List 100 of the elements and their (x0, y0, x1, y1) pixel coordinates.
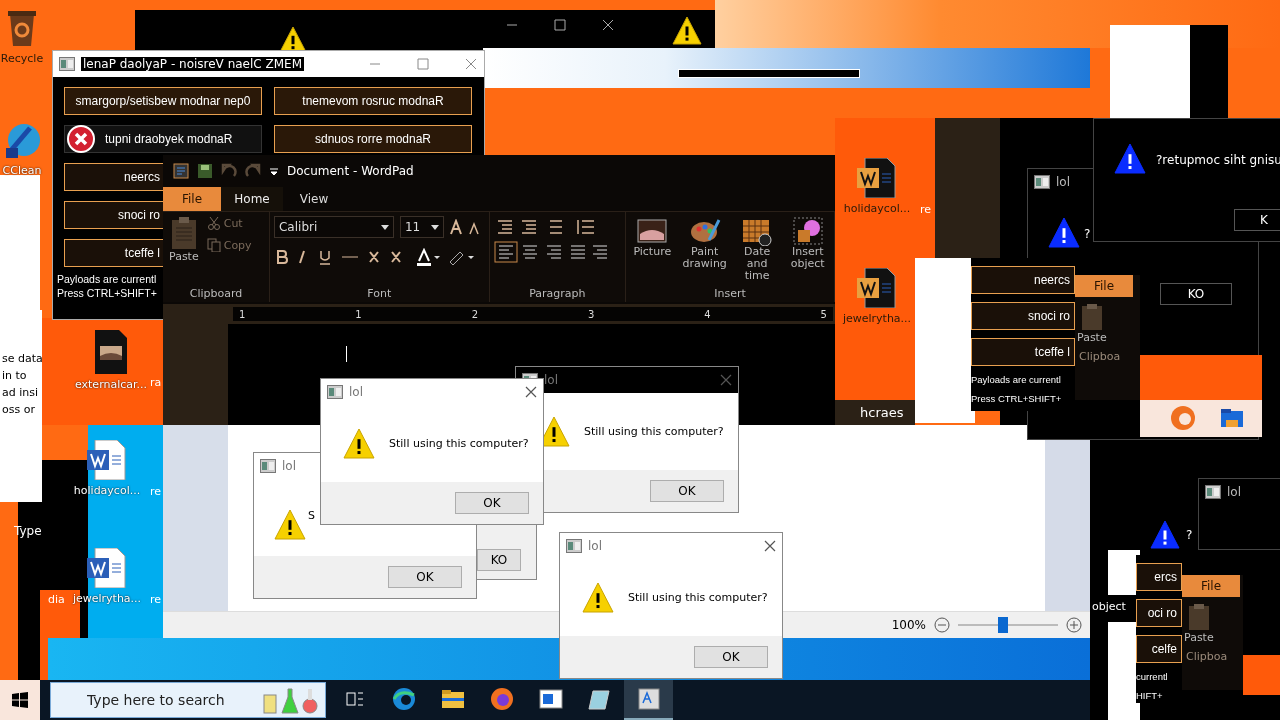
ok-button[interactable]: KO (1160, 283, 1232, 305)
zoom-in-icon[interactable] (1066, 617, 1082, 633)
wordpad-icon (173, 163, 189, 179)
text-fragment: oss or (2, 403, 36, 416)
group-label: Font (366, 287, 393, 300)
ok-button[interactable]: OK (455, 492, 529, 514)
dialog-message: Still using this computer? (584, 425, 724, 438)
dialog-message: ?retupmoc siht gnisu (1156, 153, 1280, 167)
caret-icon (381, 224, 389, 230)
clipboard-icon (1186, 603, 1211, 631)
panel-button[interactable]: snoci ro (64, 201, 163, 229)
cut-button[interactable]: Cut (206, 216, 252, 230)
taskbar-app-button[interactable] (624, 680, 673, 720)
panel-button[interactable]: celfe (1136, 635, 1182, 663)
text-fragment: object (1092, 600, 1126, 613)
font-family-dropdown[interactable]: Calibri (274, 216, 394, 238)
notepad-icon (587, 687, 612, 711)
window-icon (260, 459, 276, 473)
ribbon-tab[interactable]: Home (221, 187, 283, 211)
window-title: lol (588, 539, 602, 553)
scissors-icon (206, 216, 221, 230)
group-label: Clipboa (1185, 650, 1228, 663)
insert-button[interactable]: Paint drawing (680, 216, 729, 287)
zoom-out-icon[interactable] (934, 617, 950, 633)
insert-button[interactable]: Date and time (734, 216, 780, 287)
picture-icon (636, 216, 669, 246)
insert-button[interactable]: Picture (630, 216, 675, 287)
window-icon (1034, 175, 1050, 189)
font-size-dropdown[interactable]: 11 (400, 216, 444, 238)
icon-label[interactable]: jewelrytha... (842, 312, 912, 325)
status-text: Press CTRL+SHIFT+ (971, 393, 1063, 404)
ribbon-tab[interactable]: View (283, 187, 345, 211)
panel-button[interactable]: tupni draobyek modnaR (64, 125, 262, 153)
save-icon[interactable] (197, 163, 213, 179)
panel-button[interactable]: tnemevom rosruc modnaR (274, 87, 472, 115)
grow-font-icon[interactable] (450, 219, 480, 235)
search-field[interactable]: hcraes (835, 400, 915, 425)
copy-icon (206, 238, 221, 252)
copy-button[interactable]: Copy (206, 238, 252, 252)
ok-button[interactable]: KO (477, 549, 521, 571)
ruler-number: 4 (704, 308, 711, 320)
ok-button[interactable]: K (1234, 209, 1280, 231)
zoom-level: 100% (891, 618, 926, 632)
ruler-number: 3 (587, 308, 595, 320)
status-text: Payloads are currentl (971, 374, 1062, 385)
icon-label: re (920, 203, 932, 216)
windows-logo-icon (12, 692, 28, 708)
warning-icon (582, 581, 614, 614)
search-field[interactable]: Type here to search (50, 682, 326, 718)
wordpad-icon (636, 687, 661, 711)
status-text: Press CTRL+SHIFT+ (57, 287, 157, 299)
warning-icon (1048, 217, 1080, 249)
panel-button[interactable]: neercs (971, 266, 1075, 294)
start-button[interactable] (0, 680, 40, 720)
file-menu-tab[interactable]: File (163, 187, 221, 211)
panel-button[interactable]: tceffe l (64, 239, 163, 267)
file-menu-tab[interactable]: File (1075, 275, 1133, 297)
ok-button[interactable]: OK (650, 480, 724, 502)
icon-label[interactable]: holidaycol... (843, 202, 911, 215)
panel-button[interactable]: smargorp/setisbew modnar nep0 (64, 87, 262, 115)
paste-button[interactable]: Paste (1075, 303, 1109, 344)
insert-button[interactable]: Insert object (785, 216, 830, 287)
group-label: Clipboa (1078, 350, 1121, 363)
slider-thumb[interactable] (998, 617, 1008, 633)
window-icon (327, 385, 343, 399)
window-title: Document - WordPad (287, 164, 414, 178)
word-document-icon (87, 548, 127, 588)
text-fragment: se data (2, 352, 42, 365)
close-icon[interactable] (764, 540, 776, 552)
ruler-number: 2 (471, 308, 478, 320)
word-document-icon (87, 440, 127, 480)
paste-button[interactable]: Paste (1182, 603, 1216, 644)
panel-button[interactable]: ercs (1136, 563, 1182, 591)
close-icon[interactable] (525, 386, 537, 398)
paste-button[interactable]: Paste (167, 216, 201, 287)
window-title: lol (349, 385, 363, 399)
warning-icon (274, 509, 306, 541)
window-title: lenaP daolyaP - noisreV naelC ZMEM (81, 57, 304, 71)
font-style-icons-drawing[interactable] (274, 248, 474, 266)
clipboard-icon (1079, 303, 1104, 331)
edge-icon (1170, 405, 1196, 431)
panel-button[interactable]: oci ro (1136, 599, 1182, 627)
group-label: Insert (713, 287, 747, 300)
window-title: lol (1056, 175, 1070, 189)
panel-button[interactable]: neercs (64, 163, 163, 191)
object-icon (791, 216, 824, 246)
icon-label[interactable]: Recycle (0, 52, 44, 65)
text-cursor (346, 346, 347, 362)
ok-button[interactable]: OK (694, 646, 768, 668)
panel-button[interactable]: sdnuos rorre modnaR (274, 125, 472, 153)
panel-button[interactable]: tceffe l (971, 338, 1075, 366)
word-document-icon (857, 268, 897, 308)
firefox-icon (489, 687, 514, 711)
app-icon (538, 687, 563, 711)
icon-label: ra (150, 376, 162, 389)
caret-icon[interactable] (269, 166, 279, 176)
window-controls-icon (505, 19, 615, 31)
ok-button[interactable]: OK (388, 566, 462, 588)
file-menu-tab[interactable]: File (1182, 575, 1240, 597)
panel-button[interactable]: snoci ro (971, 302, 1075, 330)
